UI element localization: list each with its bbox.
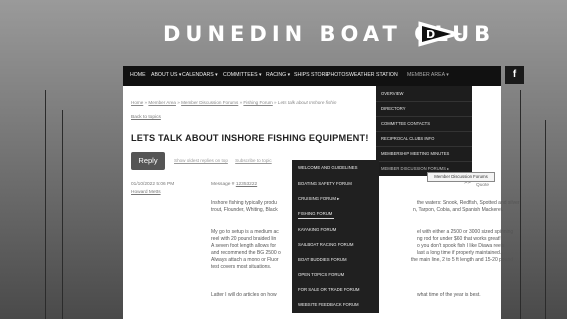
sailboat-mast — [520, 90, 521, 319]
breadcrumb-separator: » — [274, 100, 277, 105]
menu-item-directory[interactable]: DIRECTORY — [381, 106, 406, 111]
quote-link[interactable]: Quote — [476, 183, 489, 188]
menu-item-overview[interactable]: OVERVIEW — [381, 91, 404, 96]
breadcrumb-member-area[interactable]: Member Area — [148, 100, 176, 105]
text-fragment: Latter I will do articles on how — [211, 292, 277, 298]
facebook-icon[interactable]: f — [505, 66, 524, 84]
nav-committees[interactable]: COMMITTEES ▾ — [223, 72, 262, 78]
menu-item-meeting-minutes[interactable]: MEMBERSHIP MEETING MINUTES — [381, 151, 449, 156]
forum-open-topics[interactable]: OPEN TOPICS FORUM — [298, 272, 344, 277]
text-fragment: n, Tarpon, Cobia, and Spanish Mackerel. — [413, 207, 504, 213]
breadcrumb-separator: » — [144, 100, 148, 105]
forum-boating-safety[interactable]: BOATING SAFETY FORUM — [298, 181, 352, 186]
member-area-dropdown: OVERVIEW DIRECTORY COMMITTEE CONTACTS RE… — [376, 86, 472, 176]
forum-for-sale-trade[interactable]: FOR SALE OR TRADE FORUM — [298, 287, 360, 292]
sailboat-mast — [45, 90, 46, 319]
breadcrumb-separator: » — [177, 100, 180, 105]
nav-about-us[interactable]: ABOUT US ▾ — [151, 72, 181, 78]
forums-submenu: WELCOME AND GUIDELINES BOATING SAFETY FO… — [292, 160, 379, 313]
menu-divider — [376, 161, 472, 162]
menu-item-discussion-forums[interactable]: MEMBER DISCUSSION FORUMS ▸ — [381, 166, 449, 171]
message-date: 01/10/2022 5:06 PM — [131, 182, 175, 187]
svg-text:D: D — [426, 28, 435, 41]
nav-ships-store[interactable]: SHIPS STORE — [294, 72, 329, 78]
message-number-link[interactable]: 12353222 — [236, 182, 257, 187]
forum-kayaking[interactable]: KAYAKING FORUM — [298, 227, 336, 232]
text-fragment: test covers most situations. — [211, 264, 272, 270]
message-author[interactable]: Howard Metts — [131, 190, 161, 195]
sailboat-mast — [545, 120, 546, 319]
nav-weather-station[interactable]: WEATHER STATION — [349, 72, 398, 78]
breadcrumb-home[interactable]: Home — [131, 100, 143, 105]
breadcrumb-member-discussion-forums[interactable]: Member Discussion Forums — [181, 100, 238, 105]
menu-divider — [376, 116, 472, 117]
nav-racing[interactable]: RACING ▾ — [266, 72, 290, 78]
main-nav: HOME ABOUT US ▾ CALENDARS ▾ COMMITTEES ▾… — [123, 66, 501, 86]
nav-member-area[interactable]: MEMBER AREA ▾ — [407, 72, 449, 78]
topic-title: LETS TALK ABOUT INSHORE FISHING EQUIPMEN… — [131, 133, 369, 143]
active-underline — [298, 218, 334, 219]
menu-item-committee-contacts[interactable]: COMMITTEE CONTACTS — [381, 121, 430, 126]
text-fragment: trout, Flounder, Whiting, Black — [211, 207, 278, 213]
forum-cruising[interactable]: CRUISING FORUM ▸ — [298, 196, 339, 202]
reply-button[interactable]: Reply — [131, 152, 165, 170]
menu-item-reciprocal-clubs[interactable]: RECIPROCAL CLUBS INFO — [381, 136, 434, 141]
tooltip: Member Discussion Forums — [427, 172, 495, 182]
site-header: DUNEDIN BOAT CLUB D — [0, 0, 567, 66]
back-to-topics-link[interactable]: Back to topics — [131, 115, 161, 120]
burgee-flag-icon: D — [418, 21, 462, 47]
text-fragment: the main line, 2 to 5 ft length and 15-2… — [411, 257, 514, 263]
text-fragment: what time of the year is best. — [417, 292, 481, 298]
forum-boat-buddies[interactable]: BOAT BUDDIES FORUM — [298, 257, 347, 262]
breadcrumb: Home » Member Area » Member Discussion F… — [131, 100, 336, 105]
menu-divider — [376, 131, 472, 132]
subscribe-link[interactable]: Subscribe to topic — [235, 158, 272, 163]
breadcrumb-current: Lets talk about Inshore fishin — [277, 100, 337, 105]
menu-divider — [376, 146, 472, 147]
message-number: Message # 12353222 — [211, 182, 257, 187]
nav-home[interactable]: HOME — [130, 72, 146, 78]
breadcrumb-separator: » — [239, 100, 243, 105]
nav-photos[interactable]: PHOTOS — [327, 72, 349, 78]
nav-calendars[interactable]: CALENDARS ▾ — [182, 72, 218, 78]
forum-fishing[interactable]: FISHING FORUM — [298, 211, 332, 216]
forum-welcome-guidelines[interactable]: WELCOME AND GUIDELINES — [298, 165, 357, 170]
forum-website-feedback[interactable]: WEBSITE FEEDBACK FORUM — [298, 302, 359, 307]
show-oldest-link[interactable]: Show oldest replies on top — [174, 158, 228, 163]
sailboat-mast — [62, 110, 63, 319]
breadcrumb-fishing-forum[interactable]: Fishing Forum — [243, 100, 272, 105]
message-number-label: Message # — [211, 182, 235, 187]
forum-sailboat-racing[interactable]: SAILBOAT RACING FORUM — [298, 242, 353, 247]
menu-divider — [376, 101, 472, 102]
topic-links: Show oldest replies on top Subscribe to … — [174, 158, 278, 163]
